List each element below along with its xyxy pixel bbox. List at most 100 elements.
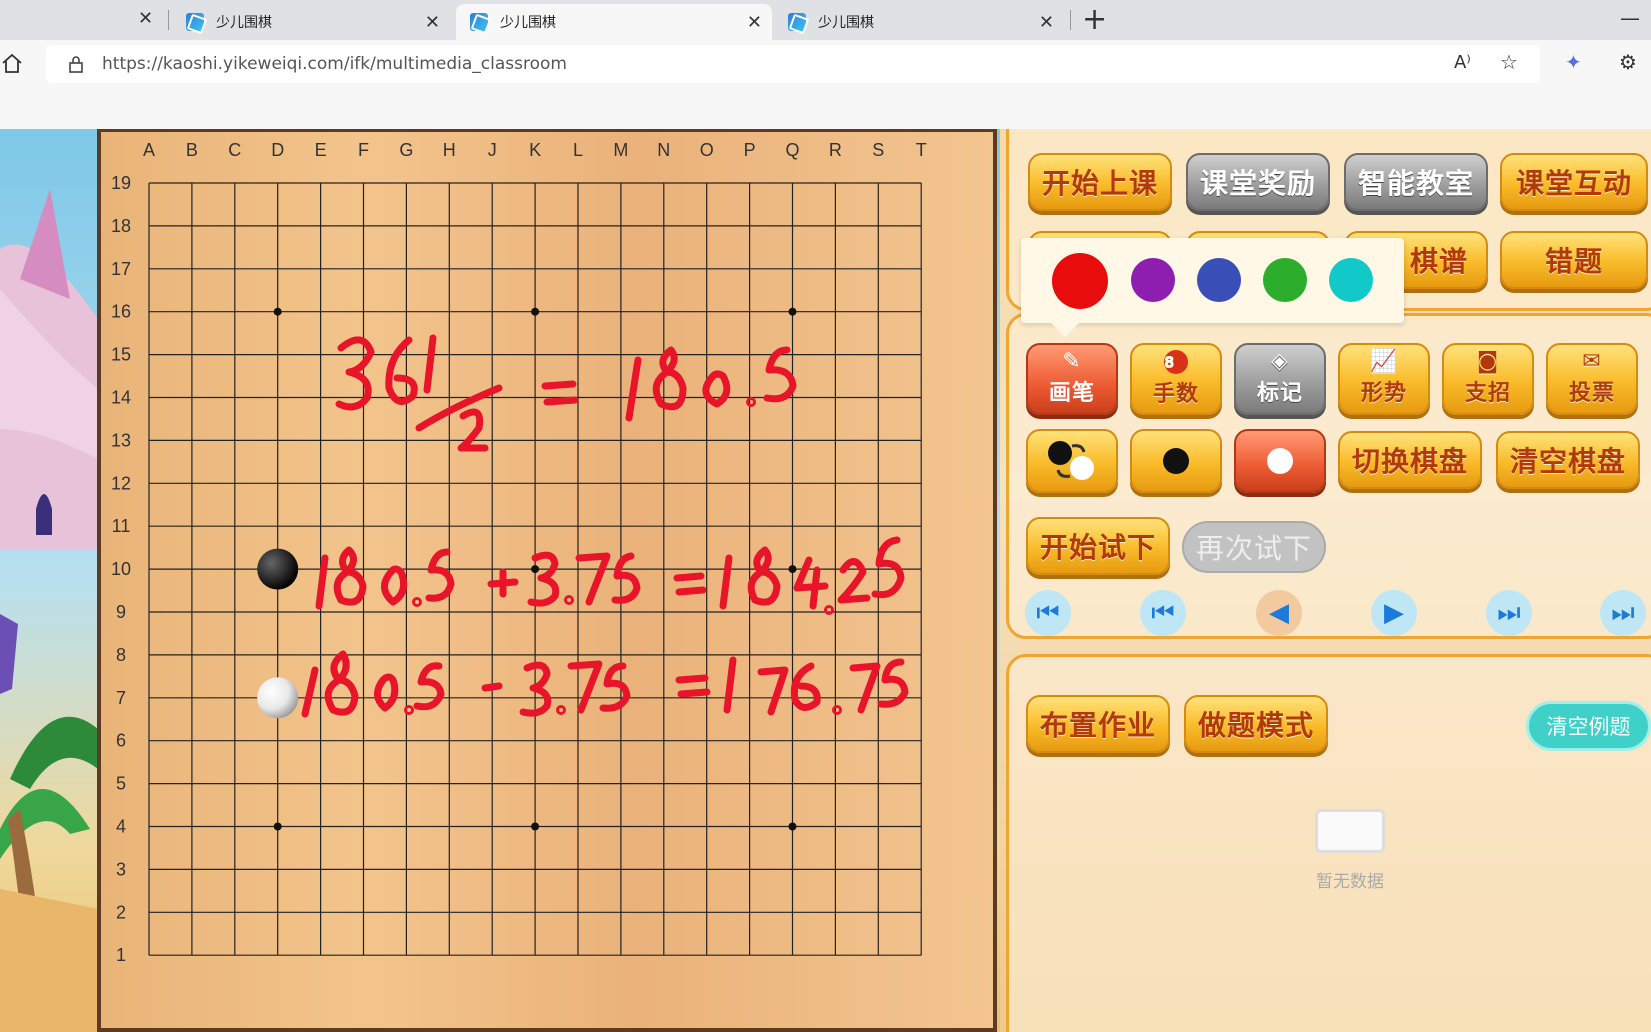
- tool-label: 支招: [1464, 381, 1511, 406]
- star-point: [273, 822, 282, 831]
- tab-separator: [1070, 10, 1071, 30]
- start-try-button[interactable]: 开始试下: [1026, 517, 1170, 575]
- color-swatch-blue[interactable]: [1197, 258, 1241, 302]
- vote-tool-button[interactable]: ✉ 投票: [1546, 343, 1638, 415]
- url-field[interactable]: https://kaoshi.yikeweiqi.com/ifk/multime…: [46, 45, 1540, 83]
- row-label: 16: [111, 302, 131, 322]
- first-move-button[interactable]: ⏮: [1025, 590, 1071, 636]
- favicon-icon: [788, 13, 806, 31]
- switch-board-button[interactable]: 切换棋盘: [1338, 431, 1482, 489]
- empty-inbox-icon: [1315, 809, 1385, 853]
- color-swatch-red[interactable]: [1052, 253, 1108, 309]
- class-interaction-button[interactable]: 课堂互动: [1500, 153, 1648, 211]
- try-again-button[interactable]: 再次试下: [1182, 521, 1326, 573]
- wrong-questions-button[interactable]: 错题: [1500, 231, 1648, 289]
- tab-1[interactable]: 少儿围棋 ✕: [172, 4, 450, 40]
- close-icon[interactable]: ✕: [138, 8, 153, 29]
- tab-title: 少儿围棋: [818, 15, 874, 31]
- skip-forward-icon: ⏭: [1611, 597, 1635, 628]
- smart-classroom-button[interactable]: 智能教室: [1344, 153, 1488, 211]
- star-point: [788, 307, 797, 316]
- star-point: [788, 822, 797, 831]
- column-label: Q: [785, 140, 799, 160]
- exercise-mode-button[interactable]: 做题模式: [1184, 695, 1328, 753]
- assign-homework-button[interactable]: 布置作业: [1026, 695, 1170, 753]
- empty-state: 暂无数据: [1300, 809, 1400, 892]
- star-point: [788, 565, 797, 574]
- tab-separator: [168, 10, 169, 30]
- mark-icon: ◈: [1271, 349, 1289, 374]
- color-swatch-cyan[interactable]: [1329, 258, 1373, 302]
- next-move-button[interactable]: ▶: [1371, 590, 1417, 636]
- hint-icon: ◙: [1476, 349, 1500, 374]
- star-point: [531, 822, 540, 831]
- forward-ten-button[interactable]: ⏭: [1486, 590, 1532, 636]
- hint-tool-button[interactable]: ◙ 支招: [1442, 343, 1534, 415]
- color-swatch-green[interactable]: [1263, 258, 1307, 302]
- play-back-icon: ◀: [1269, 598, 1289, 628]
- lock-icon[interactable]: [68, 55, 84, 73]
- favicon-icon: [470, 13, 488, 31]
- close-icon[interactable]: ✕: [425, 12, 440, 33]
- row-label: 7: [116, 688, 126, 708]
- class-reward-button[interactable]: 课堂奖励: [1186, 153, 1330, 211]
- favorite-icon[interactable]: ☆: [1500, 50, 1518, 74]
- home-icon[interactable]: [0, 52, 24, 76]
- read-aloud-icon[interactable]: A⁾: [1454, 52, 1471, 73]
- row-label: 18: [111, 216, 131, 236]
- white-stone[interactable]: [257, 677, 299, 719]
- row-label: 5: [116, 774, 126, 794]
- board-grid[interactable]: A B C D E F G H J K L M N O P Q R S T191817161514131211109…: [101, 132, 993, 1032]
- column-label: G: [399, 140, 413, 160]
- move-number-icon: 8: [1164, 350, 1188, 374]
- row-label: 4: [116, 817, 126, 837]
- row-label: 2: [116, 902, 126, 922]
- close-icon[interactable]: ✕: [747, 12, 762, 33]
- background-scenery: [0, 129, 98, 1032]
- row-label: 17: [111, 259, 131, 279]
- black-stone-icon: [1163, 448, 1189, 474]
- minimize-button[interactable]: —: [1620, 6, 1640, 30]
- last-move-button[interactable]: ⏭: [1600, 590, 1646, 636]
- tab-strip: ✕ 少儿围棋 ✕ 少儿围棋 ✕ 少儿围棋 ✕ + —: [0, 0, 1651, 40]
- column-label: B: [186, 140, 198, 160]
- bookmarks-bar: [0, 88, 1651, 129]
- back-ten-button[interactable]: ⏮: [1140, 590, 1186, 636]
- situation-tool-button[interactable]: 📈 形势: [1338, 343, 1430, 415]
- pen-icon: ✎: [1062, 349, 1082, 374]
- pen-tool-button[interactable]: ✎ 画笔: [1026, 343, 1118, 415]
- clear-board-button[interactable]: 清空棋盘: [1496, 431, 1640, 489]
- swap-stones-button[interactable]: [1026, 429, 1118, 493]
- skip-back-icon: ⏮: [1036, 597, 1060, 628]
- swap-stones-icon: [1048, 441, 1094, 480]
- clear-examples-button[interactable]: 清空例题: [1526, 701, 1651, 751]
- close-icon[interactable]: ✕: [1039, 12, 1054, 33]
- move-number-tool-button[interactable]: 8 手数: [1130, 343, 1222, 415]
- column-label: L: [573, 140, 583, 160]
- row-label: 6: [116, 731, 126, 751]
- black-stone-button[interactable]: [1130, 429, 1222, 493]
- color-swatch-purple[interactable]: [1131, 258, 1175, 302]
- column-label: N: [657, 140, 670, 160]
- mark-tool-button[interactable]: ◈ 标记: [1234, 343, 1326, 415]
- white-stone-button[interactable]: [1234, 429, 1326, 493]
- row-label: 11: [112, 516, 131, 536]
- tab-title: 少儿围棋: [216, 15, 272, 31]
- tab-2-active[interactable]: 少儿围棋 ✕: [456, 4, 772, 40]
- tab-3[interactable]: 少儿围棋 ✕: [774, 4, 1064, 40]
- start-class-button[interactable]: 开始上课: [1028, 153, 1172, 211]
- empty-text: 暂无数据: [1316, 872, 1384, 892]
- extension-icon[interactable]: ✦: [1565, 50, 1582, 74]
- new-tab-button[interactable]: +: [1082, 2, 1107, 37]
- popover-arrow: [1051, 323, 1079, 337]
- column-label: A: [143, 140, 155, 160]
- black-stone[interactable]: [257, 548, 299, 590]
- go-board[interactable]: A B C D E F G H J K L M N O P Q R S T 19 18 17 16 15 14 13 12 11 10 9…: [97, 129, 997, 1032]
- column-label: J: [488, 140, 497, 160]
- settings-icon[interactable]: ⚙: [1619, 50, 1637, 74]
- step-forward-icon: ⏭: [1497, 597, 1521, 628]
- prev-move-button[interactable]: ◀: [1256, 590, 1302, 636]
- row-label: 9: [116, 602, 126, 622]
- row-label: 14: [111, 388, 131, 408]
- tool-label: 标记: [1256, 381, 1303, 406]
